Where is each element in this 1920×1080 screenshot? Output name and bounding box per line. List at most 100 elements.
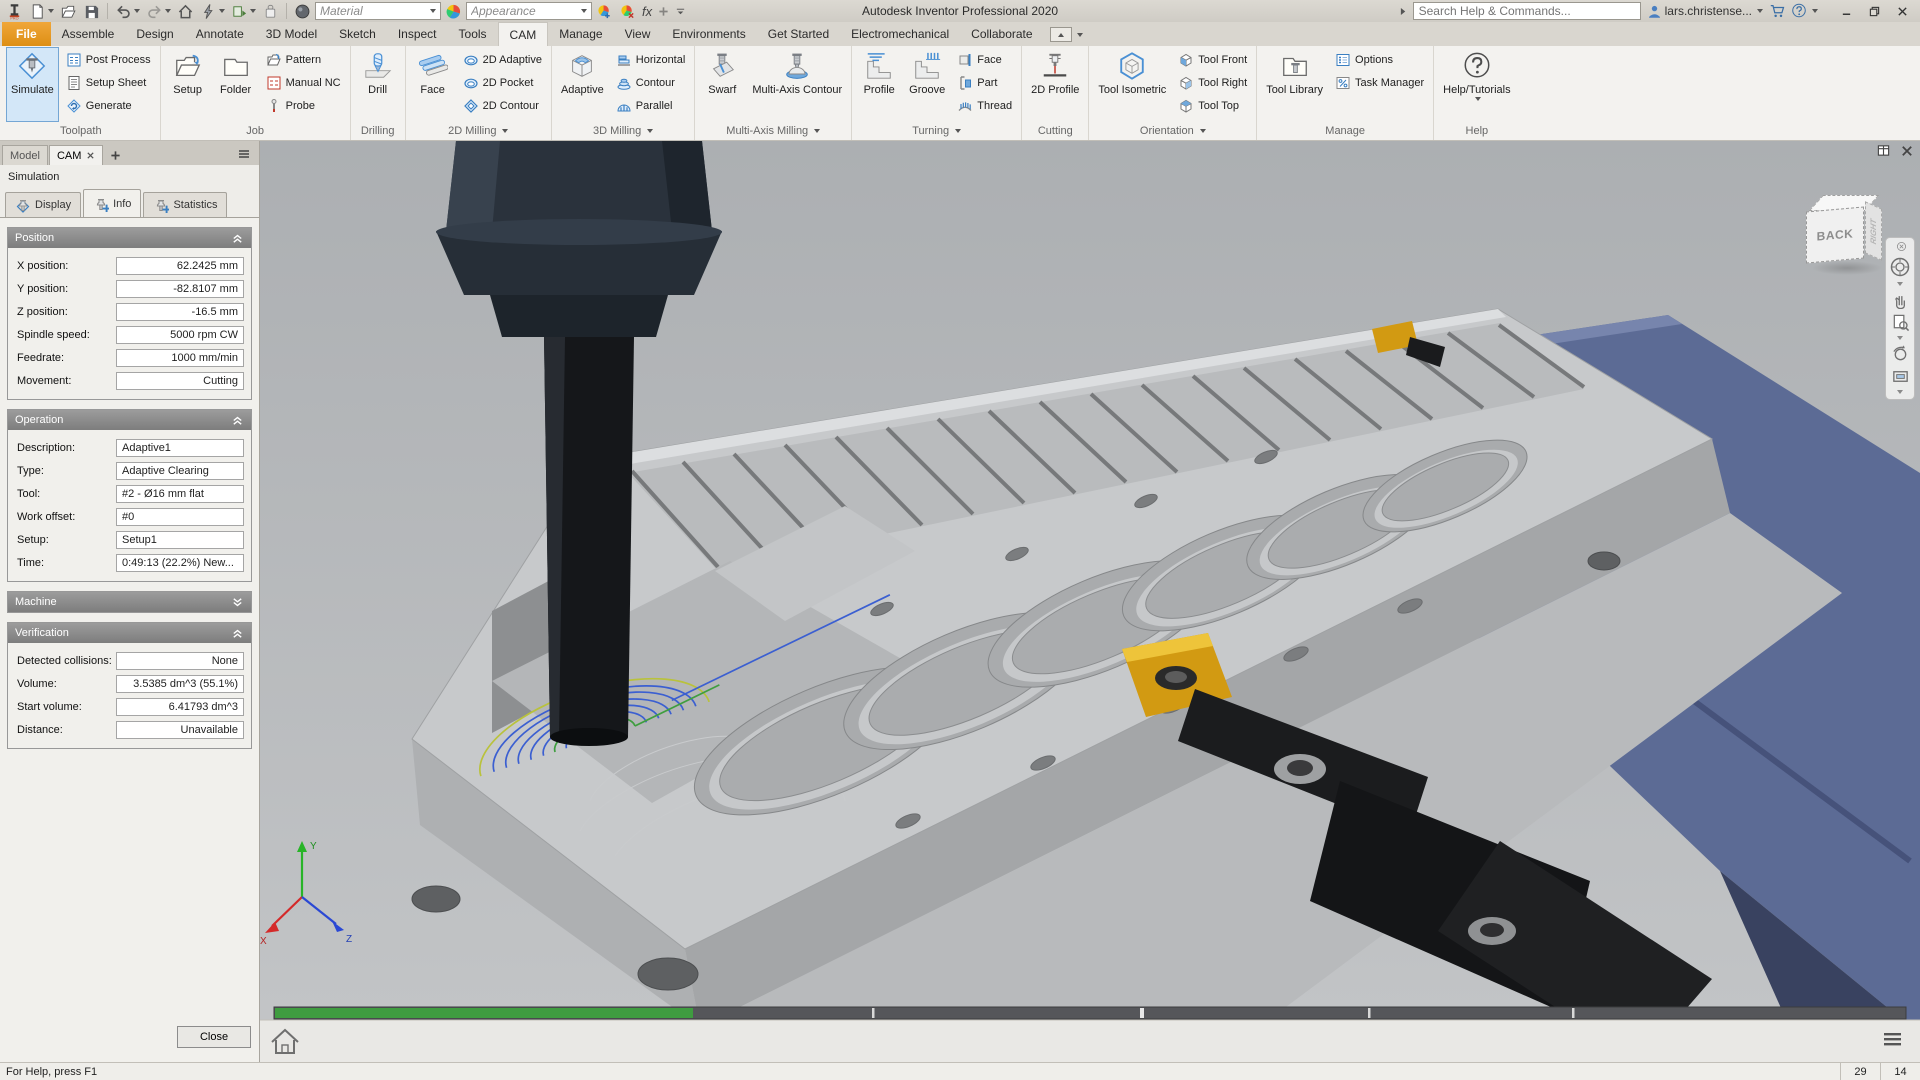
restore-button[interactable] [1860, 1, 1888, 21]
contour-button[interactable]: Contour [611, 71, 691, 94]
y-position-field[interactable]: -82.8107 mm [116, 280, 244, 298]
turning-groove-button[interactable]: Groove [904, 47, 950, 122]
panel-menu-button[interactable] [237, 147, 257, 165]
manual-nc-button[interactable]: Manual NC [261, 71, 346, 94]
tab-environments[interactable]: Environments [661, 22, 756, 46]
spindle-speed-field[interactable]: 5000 rpm CW [116, 326, 244, 344]
collapse-icon[interactable] [231, 232, 244, 245]
tool-field[interactable]: #2 - Ø16 mm flat [116, 485, 244, 503]
group-label-3d-milling[interactable]: 3D Milling [556, 122, 690, 140]
setup-button[interactable]: Setup [165, 47, 211, 122]
appearance-combobox[interactable]: Appearance [466, 2, 592, 20]
help-tutorials-dropdown[interactable] [1475, 97, 1481, 101]
tab-sketch[interactable]: Sketch [328, 22, 387, 46]
tab-get-started[interactable]: Get Started [757, 22, 840, 46]
close-button[interactable]: Close [177, 1026, 251, 1048]
view-cube[interactable]: RIGHT BACK [1802, 189, 1898, 289]
undo-dropdown[interactable] [134, 9, 140, 13]
open-button[interactable] [58, 1, 79, 21]
store-cart-button[interactable] [1769, 3, 1785, 19]
close-cam-tab-icon[interactable] [86, 151, 95, 160]
tab-statistics[interactable]: Statistics [143, 192, 227, 217]
collapse-icon[interactable] [231, 627, 244, 640]
close-window-button[interactable] [1888, 1, 1916, 21]
group-label-help[interactable]: Help [1438, 122, 1515, 140]
ribbon-collapse-arrow[interactable] [1077, 33, 1083, 37]
tool-isometric-button[interactable]: Tool Isometric [1093, 47, 1171, 122]
material-combobox[interactable]: Material [315, 2, 441, 20]
group-label-2d-milling[interactable]: 2D Milling [410, 122, 547, 140]
new-file-button[interactable] [27, 1, 56, 21]
home-button[interactable] [175, 1, 196, 21]
turning-face-button[interactable]: Face [952, 48, 1017, 71]
tool-library-button[interactable]: Tool Library [1261, 47, 1328, 122]
detected-collisions-field[interactable]: None [116, 652, 244, 670]
feedrate-field[interactable]: 1000 mm/min [116, 349, 244, 367]
update-dropdown[interactable] [250, 9, 256, 13]
pan-icon[interactable] [1887, 288, 1913, 311]
group-label-manage[interactable]: Manage [1261, 122, 1429, 140]
type-field[interactable]: Adaptive Clearing [116, 462, 244, 480]
z-position-field[interactable]: -16.5 mm [116, 303, 244, 321]
work-offset-field[interactable]: #0 [116, 508, 244, 526]
tab-tools[interactable]: Tools [448, 22, 498, 46]
search-input[interactable] [1413, 2, 1641, 20]
group-label-job[interactable]: Job [165, 122, 346, 140]
folder-button[interactable]: Folder [213, 47, 259, 122]
tab-3d-model[interactable]: 3D Model [255, 22, 328, 46]
color-wheel-icon[interactable] [443, 1, 464, 21]
description-field[interactable]: Adaptive1 [116, 439, 244, 457]
viewport[interactable]: Y X Z [260, 141, 1920, 1062]
group-label-toolpath[interactable]: Toolpath [6, 122, 156, 140]
qat-customize-dropdown[interactable] [673, 1, 688, 21]
navbar-close-icon[interactable] [1888, 239, 1914, 254]
multi-axis-dropdown-arrow[interactable] [814, 129, 820, 133]
expand-icon[interactable] [231, 596, 244, 609]
turning-dropdown-arrow[interactable] [955, 129, 961, 133]
tab-collaborate[interactable]: Collaborate [960, 22, 1043, 46]
zoom-dropdown[interactable] [1887, 334, 1913, 342]
tab-file[interactable]: File [2, 22, 51, 46]
undo-button[interactable] [113, 1, 142, 21]
tab-manage[interactable]: Manage [548, 22, 613, 46]
pattern-button[interactable]: Pattern [261, 48, 346, 71]
tab-display[interactable]: Display [5, 192, 81, 217]
viewport-menu-icon[interactable] [1884, 1033, 1901, 1045]
tool-top-button[interactable]: Tool Top [1173, 94, 1252, 117]
doc-tab-cam[interactable]: CAM [49, 145, 103, 165]
material-dropdown-arrow[interactable] [430, 9, 436, 13]
tool-right-button[interactable]: Tool Right [1173, 71, 1252, 94]
post-process-button[interactable]: Post Process [61, 48, 156, 71]
help-dropdown-arrow[interactable] [1812, 9, 1818, 13]
group-label-cutting[interactable]: Cutting [1026, 122, 1084, 140]
turning-thread-button[interactable]: Thread [952, 94, 1017, 117]
2d-milling-dropdown-arrow[interactable] [502, 129, 508, 133]
turning-profile-button[interactable]: Profile [856, 47, 902, 122]
group-label-drilling[interactable]: Drilling [355, 122, 401, 140]
measure-button[interactable] [260, 1, 281, 21]
task-manager-button[interactable]: Task Manager [1330, 71, 1429, 94]
inventor-logo[interactable]: PRO [4, 1, 25, 21]
2d-contour-button[interactable]: 2D Contour [458, 94, 547, 117]
parameters-fx-button[interactable]: fx [640, 1, 654, 21]
machine-section-header[interactable]: Machine [8, 592, 251, 612]
qat-add-button[interactable] [656, 1, 671, 21]
start-volume-field[interactable]: 6.41793 dm^3 [116, 698, 244, 716]
render-sphere-icon[interactable] [292, 1, 313, 21]
navbar-customize-dropdown[interactable] [1887, 388, 1913, 396]
look-at-icon[interactable] [1887, 365, 1913, 388]
close-document-icon[interactable] [1901, 145, 1913, 157]
help-tutorials-button[interactable]: Help/Tutorials [1438, 47, 1515, 122]
iproperties-dropdown[interactable] [219, 9, 225, 13]
time-field[interactable]: 0:49:13 (22.2%) New... [116, 554, 244, 572]
drill-button[interactable]: Drill [355, 47, 401, 122]
tab-inspect[interactable]: Inspect [387, 22, 448, 46]
probe-button[interactable]: Probe [261, 94, 346, 117]
group-label-turning[interactable]: Turning [856, 122, 1017, 140]
volume-field[interactable]: 3.5385 dm^3 (55.1%) [116, 675, 244, 693]
tab-view[interactable]: View [614, 22, 662, 46]
tab-electromechanical[interactable]: Electromechanical [840, 22, 960, 46]
navigation-wheel-icon[interactable] [1887, 254, 1913, 280]
add-browser-tab-button[interactable] [104, 145, 126, 165]
split-view-icon[interactable] [1877, 144, 1890, 157]
